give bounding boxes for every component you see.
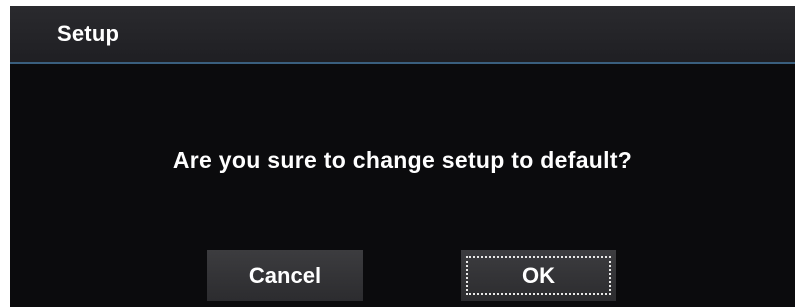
- dialog-title: Setup: [57, 21, 120, 46]
- cancel-button[interactable]: Cancel: [207, 250, 363, 301]
- ok-button-label: OK: [522, 262, 555, 288]
- cancel-button-label: Cancel: [248, 262, 322, 288]
- setup-dialog: Setup Are you sure to change setup to de…: [10, 6, 795, 307]
- dialog-title-bar: Setup: [10, 6, 795, 64]
- confirm-message: Are you sure to change setup to default?: [172, 147, 633, 173]
- ok-button[interactable]: OK: [461, 250, 616, 301]
